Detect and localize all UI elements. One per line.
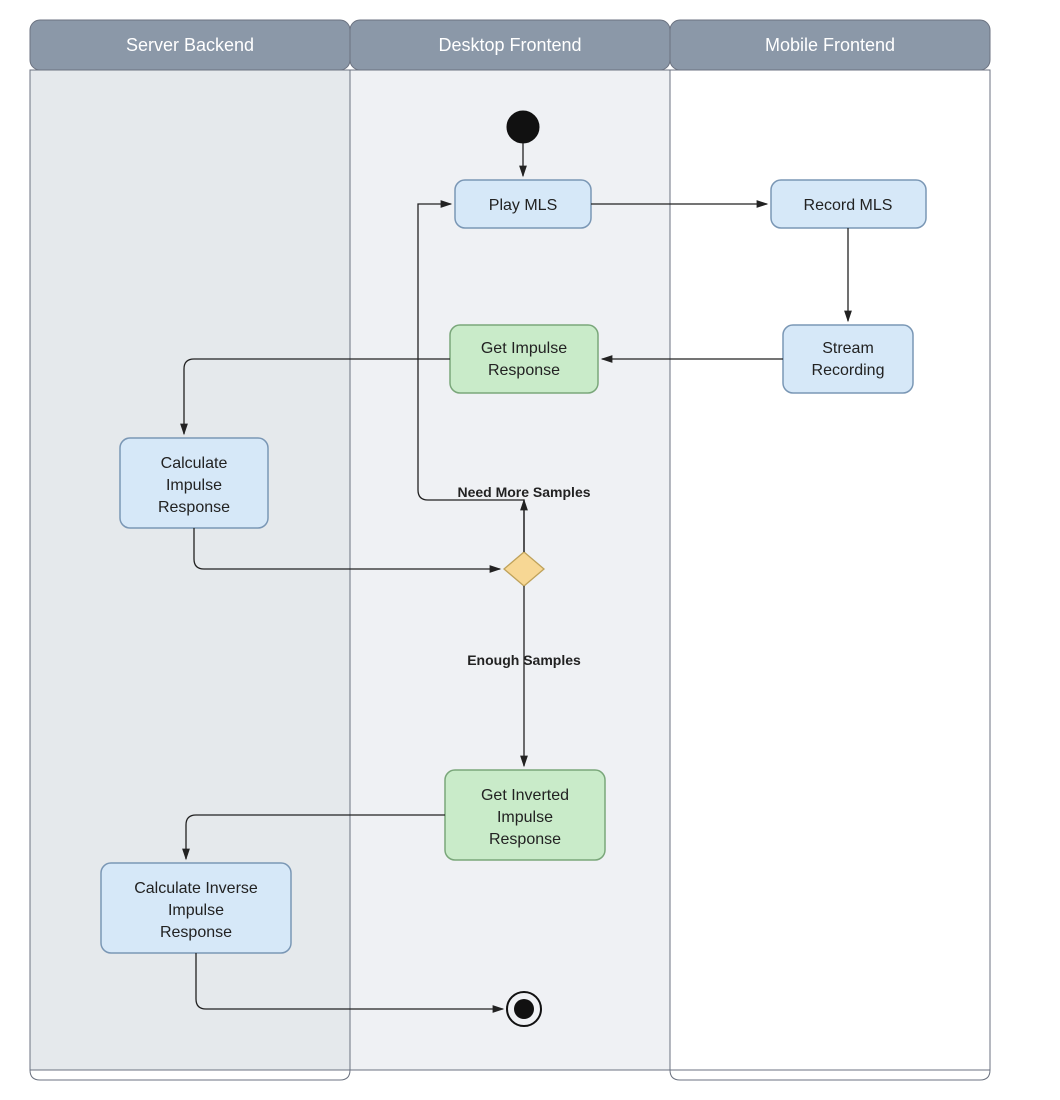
activity-diagram: Server Backend Desktop Frontend Mobile F… — [0, 0, 1060, 1100]
node-calc-impulse-l3: Response — [158, 499, 230, 516]
node-stream-recording: Stream Recording — [783, 325, 913, 393]
start-node — [507, 111, 539, 143]
node-record-mls-label: Record MLS — [804, 197, 893, 214]
node-get-inv-l1: Get Inverted — [481, 787, 569, 804]
lane-desktop-title: Desktop Frontend — [438, 35, 581, 55]
lane-desktop-frontend: Desktop Frontend — [350, 20, 670, 1070]
label-need-more-samples: Need More Samples — [457, 484, 590, 500]
node-calc-inverse-impulse: Calculate Inverse Impulse Response — [101, 863, 291, 953]
node-calc-impulse-l2: Impulse — [166, 477, 222, 494]
node-get-impulse-response: Get Impulse Response — [450, 325, 598, 393]
node-calc-inv-l1: Calculate Inverse — [134, 880, 258, 897]
lane-mobile-frontend: Mobile Frontend — [670, 20, 990, 1080]
node-calc-inv-l3: Response — [160, 924, 232, 941]
node-calc-inv-l2: Impulse — [168, 902, 224, 919]
node-get-impulse-l2: Response — [488, 362, 560, 379]
node-get-inv-l2: Impulse — [497, 809, 553, 826]
node-stream-recording-l1: Stream — [822, 340, 874, 357]
node-calc-impulse-l1: Calculate — [161, 455, 228, 472]
node-get-inverted-impulse: Get Inverted Impulse Response — [445, 770, 605, 860]
node-stream-recording-l2: Recording — [812, 362, 885, 379]
node-record-mls: Record MLS — [771, 180, 926, 228]
node-get-inv-l3: Response — [489, 831, 561, 848]
node-play-mls: Play MLS — [455, 180, 591, 228]
node-calc-impulse-response: Calculate Impulse Response — [120, 438, 268, 528]
label-enough-samples: Enough Samples — [467, 652, 581, 668]
node-get-impulse-l1: Get Impulse — [481, 340, 567, 357]
node-play-mls-label: Play MLS — [489, 197, 557, 214]
lane-mobile-title: Mobile Frontend — [765, 35, 895, 55]
lane-server-title: Server Backend — [126, 35, 254, 55]
